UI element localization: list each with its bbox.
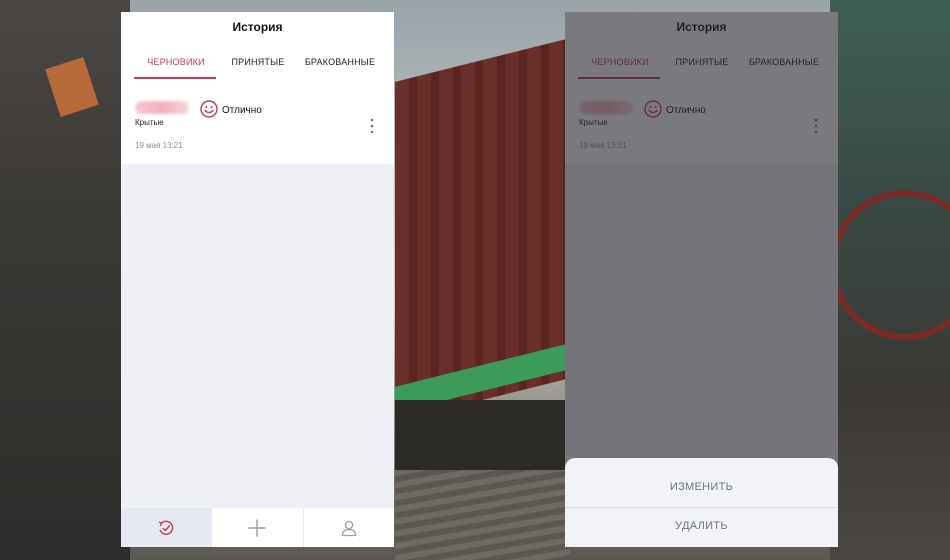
rating-label: Отлично bbox=[222, 105, 262, 116]
plus-icon bbox=[248, 518, 267, 537]
active-tab-indicator bbox=[134, 77, 216, 79]
page-title: История bbox=[232, 20, 283, 34]
delete-button[interactable]: УДАЛИТЬ bbox=[565, 507, 838, 545]
tab-accepted[interactable]: ПРИНЯТЫЕ bbox=[213, 57, 303, 67]
tab-rejected[interactable]: БРАКОВАННЫЕ bbox=[295, 57, 385, 67]
date-label: 19 мая 13:21 bbox=[135, 141, 183, 150]
more-options-icon[interactable] bbox=[366, 117, 378, 135]
action-sheet: ИЗМЕНИТЬ УДАЛИТЬ bbox=[565, 458, 838, 547]
nav-add[interactable] bbox=[211, 508, 302, 547]
edit-button[interactable]: ИЗМЕНИТЬ bbox=[565, 468, 838, 506]
tab-drafts[interactable]: ЧЕРНОВИКИ bbox=[131, 57, 221, 67]
nav-history[interactable] bbox=[121, 508, 212, 547]
user-icon bbox=[341, 520, 356, 536]
smile-icon bbox=[200, 100, 218, 118]
history-icon bbox=[159, 520, 174, 535]
category-label: Крытые bbox=[135, 118, 164, 127]
list-item[interactable]: Крытые Отлично 19 мая 13:21 bbox=[121, 92, 394, 164]
header: История ЧЕРНОВИКИ ПРИНЯТЫЕ БРАКОВАННЫЕ bbox=[121, 12, 394, 92]
blurred-name bbox=[135, 101, 189, 114]
history-screen-with-actions: История ЧЕРНОВИКИ ПРИНЯТЫЕ БРАКОВАННЫЕ К… bbox=[565, 12, 838, 547]
bottom-nav bbox=[121, 508, 394, 547]
history-screen: История ЧЕРНОВИКИ ПРИНЯТЫЕ БРАКОВАННЫЕ К… bbox=[121, 12, 394, 547]
nav-profile[interactable] bbox=[302, 508, 394, 547]
